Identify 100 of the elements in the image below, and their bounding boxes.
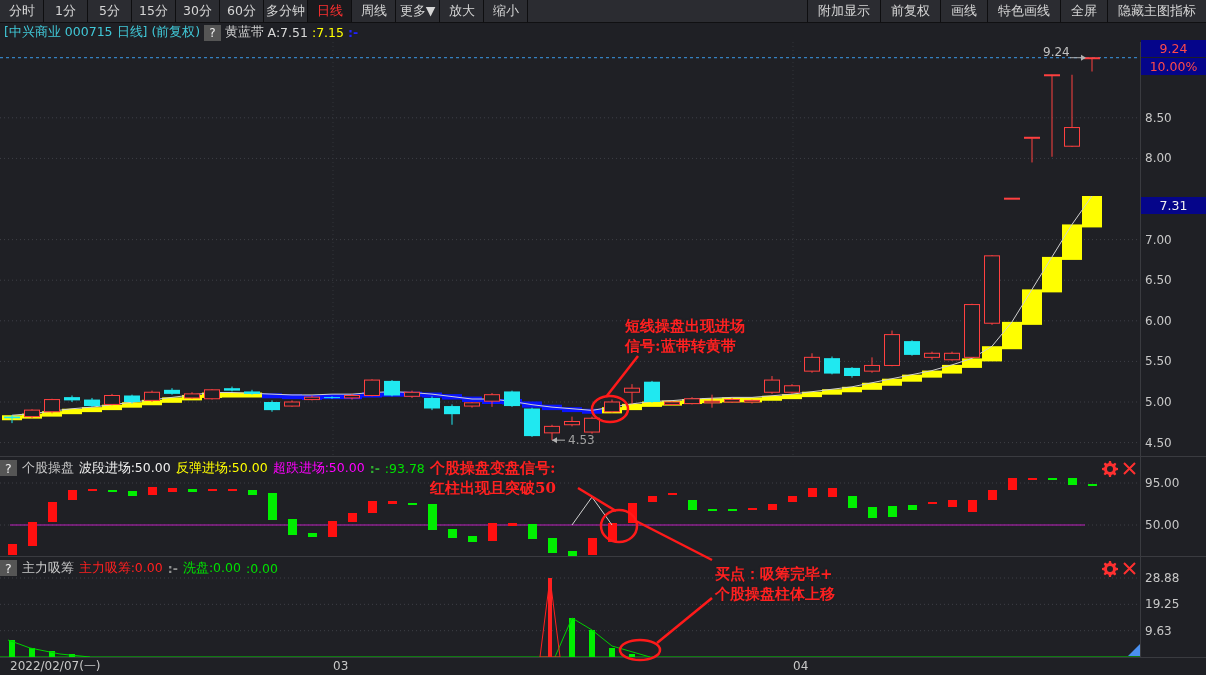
low-price-label: 4.53 <box>568 433 595 448</box>
band-segment <box>1042 256 1062 293</box>
histogram-bar <box>608 523 617 542</box>
histogram-bar <box>8 544 17 555</box>
histogram-bar <box>29 648 35 657</box>
candlestick <box>824 356 840 375</box>
histogram-bar <box>828 488 837 497</box>
candlestick <box>84 397 100 408</box>
indicator-value: :- <box>348 25 359 40</box>
candlestick <box>764 375 780 395</box>
histogram-bar <box>768 504 777 510</box>
histogram-bar <box>468 536 477 542</box>
value-tick: 19.25 <box>1145 597 1180 612</box>
candlestick <box>144 390 160 403</box>
candlestick <box>424 395 440 411</box>
histogram-bar <box>48 502 57 522</box>
histogram-bar <box>568 551 577 556</box>
histogram-bar <box>788 496 797 502</box>
price-tick: 4.50 <box>1145 435 1172 450</box>
histogram-bar <box>268 493 277 520</box>
settings-icon[interactable] <box>1102 461 1118 477</box>
histogram-bar <box>1068 478 1077 485</box>
indicator-value: 超跌进场:50.00 <box>272 459 365 477</box>
candlestick <box>244 389 260 396</box>
histogram-bar <box>488 523 497 541</box>
candlestick <box>284 399 300 408</box>
change-percent-badge: 10.00% <box>1141 58 1206 75</box>
price-tick: 5.50 <box>1145 354 1172 369</box>
histogram-bar <box>609 648 615 657</box>
band-segment <box>1062 224 1082 260</box>
candlestick <box>204 388 220 401</box>
histogram-bar <box>648 496 657 502</box>
band-segment <box>1022 289 1042 325</box>
candlestick <box>124 394 140 405</box>
histogram-bar <box>248 490 257 495</box>
histogram-bar <box>1008 478 1017 490</box>
histogram-bar <box>629 654 635 657</box>
candlestick <box>24 408 40 419</box>
help-button[interactable]: ? <box>0 460 17 476</box>
histogram-bar <box>9 640 15 657</box>
indicator-value: A:7.51 <box>267 25 308 40</box>
high-price-label: 9.24 <box>1043 44 1070 59</box>
candlestick <box>164 387 180 396</box>
low-marker-arrow <box>551 437 566 444</box>
histogram-bar <box>628 503 637 523</box>
value-tick: 9.63 <box>1145 623 1172 638</box>
highlight-ellipse <box>618 638 662 662</box>
candlestick <box>644 380 660 404</box>
histogram-bar <box>888 506 897 517</box>
candlestick <box>784 383 800 395</box>
candlestick <box>404 390 420 399</box>
histogram-bar <box>68 490 77 500</box>
candlestick <box>64 395 80 403</box>
price-tick: 8.50 <box>1145 110 1172 125</box>
candlestick <box>44 398 60 414</box>
histogram-bar <box>308 533 317 537</box>
candlestick <box>984 254 1000 326</box>
candlestick <box>624 383 640 405</box>
price-tick: 5.00 <box>1145 395 1172 409</box>
histogram-bar <box>528 524 537 539</box>
annotation-text: 个股操盘变盘信号: 红柱出现且突破50 <box>430 458 556 498</box>
histogram-bar <box>688 500 697 510</box>
candlestick <box>684 396 700 405</box>
period-tab[interactable]: 日线 <box>308 0 352 22</box>
band-value-badge: 7.31 <box>1141 197 1206 214</box>
histogram-bar <box>69 654 75 657</box>
indicator-value: :7.15 <box>311 25 344 40</box>
date-label: 2022/02/07(一) <box>10 659 101 673</box>
histogram-bar <box>548 538 557 553</box>
histogram-bar <box>848 496 857 508</box>
candlestick <box>704 394 720 409</box>
price-tick: 7.00 <box>1145 232 1172 247</box>
close-icon[interactable] <box>1122 461 1137 476</box>
histogram-bar <box>968 500 977 512</box>
help-button[interactable]: ? <box>0 560 17 576</box>
histogram-bar <box>948 500 957 507</box>
candlestick <box>184 391 200 400</box>
highlight-ellipse <box>599 508 639 544</box>
leader-line <box>605 355 639 398</box>
annotation-text: 短线操盘出现进场 信号:蓝带转黄带 <box>625 316 745 356</box>
settings-icon[interactable] <box>1102 561 1118 577</box>
histogram-bar <box>168 488 177 492</box>
candlestick <box>964 303 980 359</box>
signal-line <box>571 496 613 526</box>
indicator-value: 主力吸筹:0.00 <box>78 559 163 577</box>
period-tab[interactable]: 多分钟 <box>264 0 308 22</box>
histogram-bar <box>588 538 597 555</box>
close-icon[interactable] <box>1122 561 1137 576</box>
histogram-bar <box>288 519 297 535</box>
help-button[interactable]: ? <box>204 24 221 41</box>
indicator-value: 波段进场:50.00 <box>78 459 171 477</box>
histogram-bar <box>348 513 357 522</box>
price-tick: 8.00 <box>1145 151 1172 166</box>
candlestick <box>1004 197 1020 200</box>
band-segment <box>942 364 962 374</box>
histogram-bar <box>988 490 997 500</box>
corner-marker-icon <box>1128 644 1140 656</box>
date-label: 03 <box>333 659 349 673</box>
leader-line <box>577 486 617 513</box>
candlestick <box>344 393 360 401</box>
